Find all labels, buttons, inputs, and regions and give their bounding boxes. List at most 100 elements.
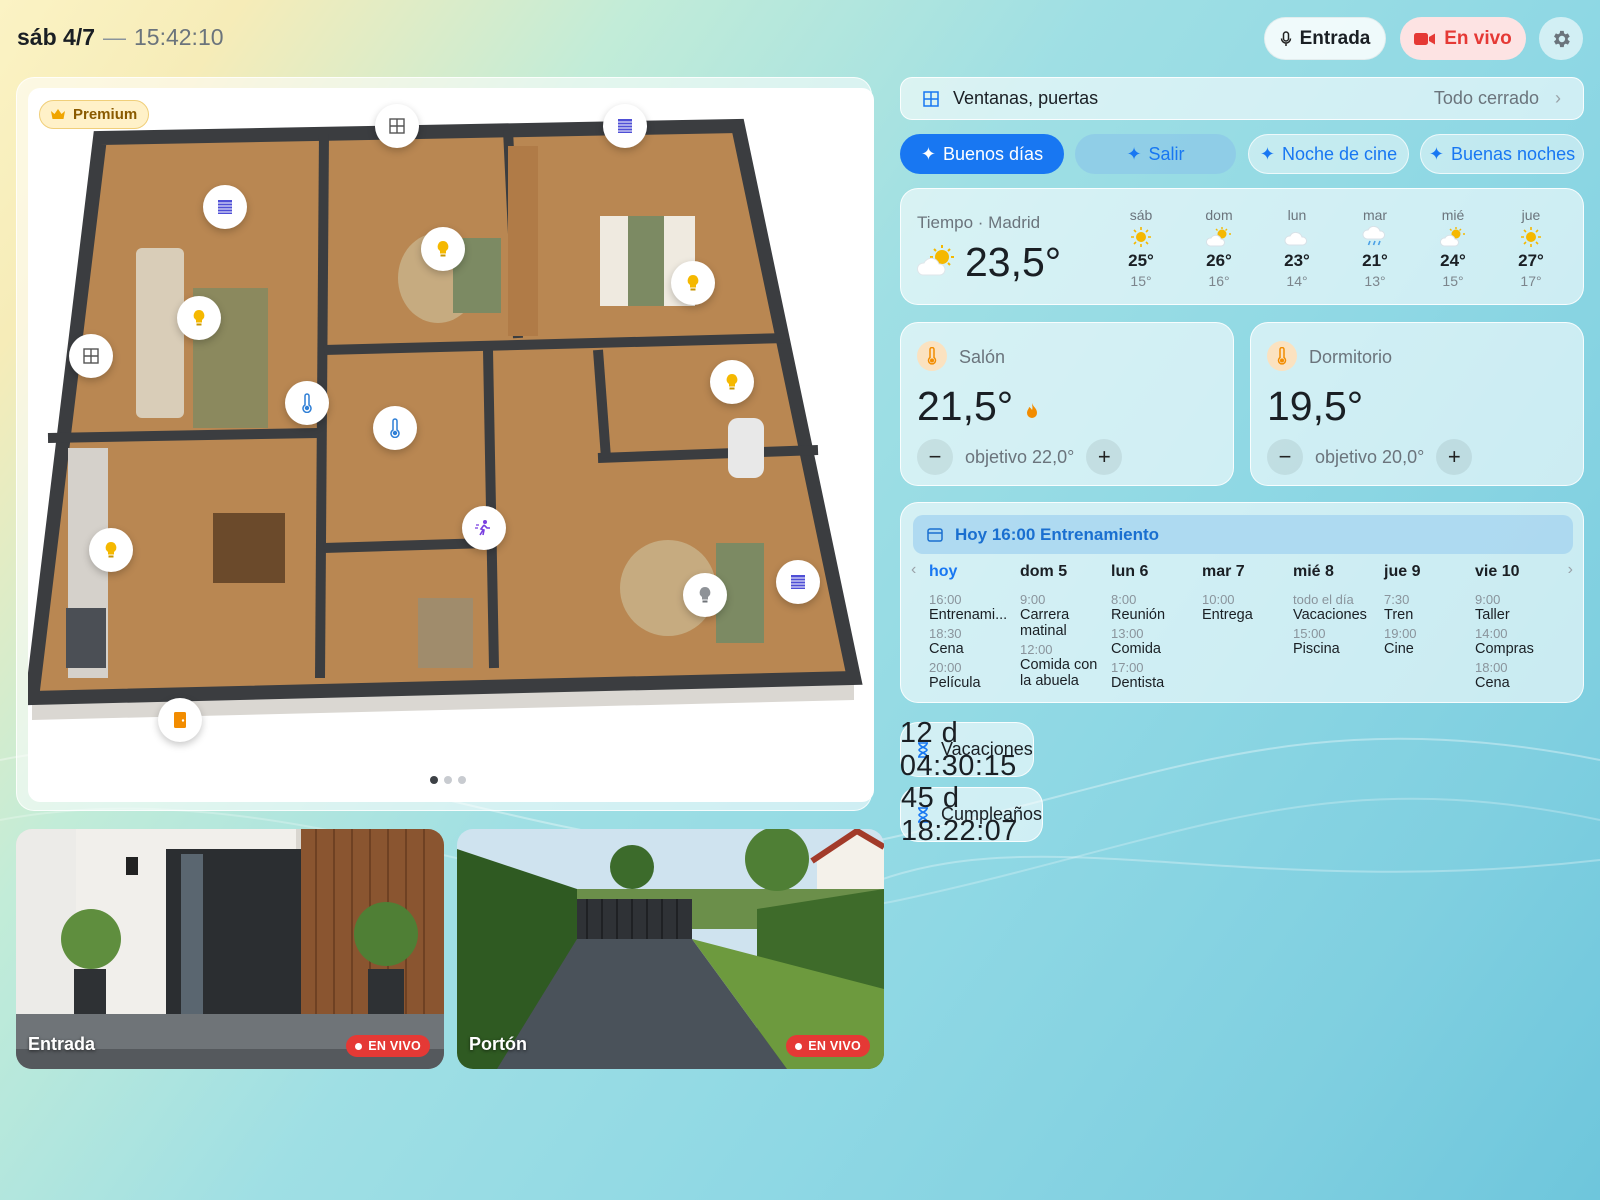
calendar-event[interactable]: 9:00 Carrera matinal: [1020, 592, 1106, 639]
calendar-event[interactable]: 15:00 Piscina: [1293, 626, 1379, 657]
thermometer-icon: [1267, 341, 1297, 371]
thermometer-icon[interactable]: [285, 381, 329, 425]
calendar-day[interactable]: jue 9 7:30 Tren 19:00 Cine: [1384, 563, 1470, 660]
thermometer-icon[interactable]: [373, 406, 417, 450]
forecast-low: 15°: [1442, 273, 1464, 289]
calendar-event[interactable]: 8:00 Reunión: [1111, 592, 1197, 623]
sparkle-icon: ✦: [920, 143, 936, 164]
event-time: 12:00: [1020, 642, 1053, 657]
calendar-event[interactable]: 9:00 Taller: [1475, 592, 1561, 623]
calendar-event[interactable]: todo el día Vacaciones: [1293, 592, 1379, 623]
event-title: Reunión: [1111, 607, 1166, 623]
forecast-day: jue 27° 17°: [1501, 207, 1561, 289]
page-dot[interactable]: [458, 776, 466, 784]
countdown-value: 12 d 04:30:15: [899, 716, 1017, 782]
event-time: 10:00: [1202, 592, 1235, 607]
floorplan-page-indicator[interactable]: [430, 776, 466, 784]
light-bulb-icon[interactable]: [710, 360, 754, 404]
date-time: sáb 4/7 — 15:42:10: [17, 24, 224, 51]
weather-title: Tiempo · Madrid: [917, 213, 1041, 232]
light-bulb-icon[interactable]: [177, 296, 221, 340]
calendar-event[interactable]: 7:30 Tren: [1384, 592, 1470, 623]
room-card-salon[interactable]: Salón 21,5° − objetivo 22,0° +: [900, 322, 1234, 486]
forecast-low: 15°: [1130, 273, 1152, 289]
security-status-row[interactable]: Ventanas, puertas Todo cerrado ›: [900, 77, 1584, 120]
calendar-event[interactable]: 20:00 Película: [929, 660, 1015, 691]
calendar-event[interactable]: 14:00 Compras: [1475, 626, 1561, 657]
intercom-entrada-button[interactable]: Entrada: [1264, 17, 1386, 60]
calendar-event[interactable]: 18:00 Cena: [1475, 660, 1561, 691]
light-bulb-icon[interactable]: [421, 227, 465, 271]
calendar-day[interactable]: dom 5 9:00 Carrera matinal 12:00 Comida con …: [1020, 563, 1106, 692]
calendar-event[interactable]: 19:00 Cine: [1384, 626, 1470, 657]
blind-icon[interactable]: [776, 560, 820, 604]
countdown-cumpleanos[interactable]: Cumpleaños 45 d 18:22:07: [900, 782, 1044, 847]
event-time: 16:00: [929, 592, 962, 607]
calendar-day[interactable]: vie 10 9:00 Taller 14:00 Compras 18:00 Cena: [1475, 563, 1561, 694]
camera-name: Entrada: [28, 1034, 96, 1054]
scene-salir[interactable]: ✦ Salir: [1075, 134, 1236, 174]
calendar-card[interactable]: Hoy 16:00 Entrenamiento ‹ › hoy 16:00 Entr…: [900, 502, 1584, 703]
event-title: Entrenami...: [929, 607, 1008, 623]
live-view-button[interactable]: En vivo: [1400, 17, 1526, 60]
calendar-event[interactable]: 10:00 Entrega: [1202, 592, 1288, 623]
settings-button[interactable]: [1539, 17, 1583, 60]
decrease-button[interactable]: −: [917, 439, 953, 475]
event-title: Comida con la abuela: [1020, 657, 1098, 689]
event-title: Piscina: [1293, 641, 1340, 657]
forecast-high: 21°: [1362, 251, 1388, 270]
forecast-low: 13°: [1364, 273, 1386, 289]
forecast-day-name: lun: [1287, 207, 1307, 223]
decrease-button[interactable]: −: [1267, 439, 1303, 475]
premium-label: Premium: [73, 106, 138, 123]
event-time: todo el día: [1293, 592, 1354, 607]
gear-icon: [1554, 30, 1570, 47]
camera-porton[interactable]: Portón EN VIVO: [457, 829, 884, 1069]
room-name: Dormitorio: [1309, 347, 1393, 367]
light-bulb-icon[interactable]: [89, 528, 133, 572]
event-title: Entrega: [1202, 607, 1253, 623]
floorplan-view[interactable]: [28, 88, 874, 802]
page-dot[interactable]: [430, 776, 438, 784]
window-sensor-icon[interactable]: [69, 334, 113, 378]
rain-icon: [1345, 225, 1405, 249]
calendar-day[interactable]: lun 6 8:00 Reunión 13:00 Comida 17:00 Dentista: [1111, 563, 1197, 694]
calendar-event[interactable]: 12:00 Comida con la abuela: [1020, 642, 1106, 689]
scene-buenos-dias[interactable]: ✦ Buenos días: [900, 134, 1064, 174]
blind-icon[interactable]: [603, 104, 647, 148]
event-title: Cena: [929, 641, 964, 657]
camera-entrada[interactable]: Entrada EN VIVO: [16, 829, 444, 1069]
page-dot[interactable]: [444, 776, 452, 784]
door-sensor-icon[interactable]: [158, 698, 202, 742]
calendar-event[interactable]: 18:30 Cena: [929, 626, 1015, 657]
calendar-next-event[interactable]: Hoy 16:00 Entrenamiento: [913, 515, 1573, 554]
forecast-day: dom 26° 16°: [1189, 207, 1249, 289]
chevron-right-icon[interactable]: ›: [1568, 561, 1573, 579]
forecast-high: 25°: [1128, 251, 1154, 270]
calendar-day[interactable]: mar 7 10:00 Entrega: [1202, 563, 1288, 626]
live-badge: EN VIVO: [786, 1035, 870, 1057]
calendar-day[interactable]: hoy 16:00 Entrenami... 18:30 Cena 20:00 Pelícu…: [929, 563, 1015, 694]
chevron-left-icon[interactable]: ‹: [911, 561, 916, 579]
security-label: Ventanas, puertas: [953, 88, 1099, 108]
increase-button[interactable]: +: [1086, 439, 1123, 475]
camera-name: Portón: [469, 1034, 527, 1054]
calendar-event[interactable]: 17:00 Dentista: [1111, 660, 1197, 691]
scene-noche-de-cine[interactable]: ✦ Noche de cine: [1248, 134, 1409, 174]
countdown-vacaciones[interactable]: Vacaciones 12 d 04:30:15: [900, 717, 1034, 782]
light-bulb-off-icon[interactable]: [683, 573, 727, 617]
weather-card[interactable]: Tiempo · Madrid 23,5° sáb 25° 15° dom 26° 16°…: [900, 188, 1584, 305]
scene-buenas-noches[interactable]: ✦ Buenas noches: [1420, 134, 1584, 174]
forecast-day-name: mar: [1362, 207, 1388, 223]
calendar-event[interactable]: 13:00 Comida: [1111, 626, 1197, 657]
light-bulb-icon[interactable]: [671, 261, 715, 305]
calendar-event[interactable]: 16:00 Entrenami...: [929, 592, 1015, 623]
calendar-day[interactable]: mié 8 todo el día Vacaciones 15:00 Piscina: [1293, 563, 1379, 660]
blind-icon[interactable]: [203, 185, 247, 229]
window-sensor-icon[interactable]: [375, 104, 419, 148]
room-card-dormitorio[interactable]: Dormitorio 19,5° − objetivo 20,0° +: [1250, 322, 1584, 486]
increase-button[interactable]: +: [1436, 439, 1473, 475]
calendar-icon: [927, 527, 943, 542]
event-title: Taller: [1475, 607, 1510, 623]
motion-sensor-icon[interactable]: [462, 506, 506, 550]
